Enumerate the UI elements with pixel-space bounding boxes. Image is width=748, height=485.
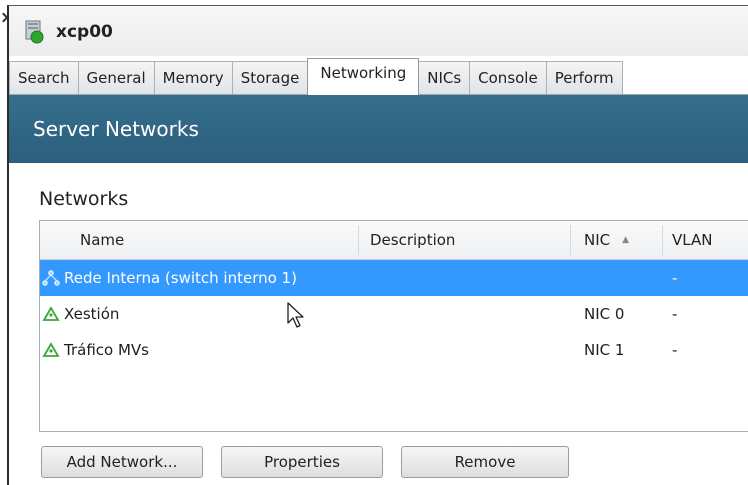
tab-bar: Search General Memory Storage Networking… [9,58,748,95]
network-name: Rede Interna (switch interno 1) [64,269,297,287]
tab-console[interactable]: Console [469,61,547,94]
tab-performance[interactable]: Perform [545,61,623,94]
properties-button[interactable]: Properties [221,446,383,478]
tab-networking[interactable]: Networking [307,58,420,95]
mouse-cursor-icon [287,302,304,328]
column-header-nic[interactable]: NIC ▲ [584,221,629,259]
internal-network-icon [42,270,60,286]
tab-search[interactable]: Search [9,61,79,94]
section-header: Server Networks [9,95,748,163]
tab-storage[interactable]: Storage [231,61,309,94]
column-header-vlan[interactable]: VLAN [672,221,712,259]
network-name: Xestión [64,305,120,323]
networks-table: Name Description NIC ▲ VLAN Rede Interna… [39,220,748,432]
network-icon [42,342,60,357]
column-header-nic-label: NIC [584,231,611,249]
column-header-name[interactable]: Name [80,221,124,259]
table-row[interactable]: Rede Interna (switch interno 1) - [40,260,748,296]
network-icon [42,306,60,321]
network-nic: NIC 0 [584,305,625,323]
table-row[interactable]: Tráfico MVs NIC 1 - [40,332,748,368]
tab-general[interactable]: General [77,61,155,94]
action-buttons: Add Network... Properties Remove [41,446,587,478]
column-header-description[interactable]: Description [370,221,455,259]
network-vlan: - [672,269,678,287]
network-nic: NIC 1 [584,341,625,359]
table-header: Name Description NIC ▲ VLAN [40,221,748,260]
tab-nics[interactable]: NICs [418,61,471,94]
server-networking-panel: xcp00 Search General Memory Storage Netw… [7,5,748,485]
sort-ascending-icon: ▲ [622,235,630,245]
networks-heading: Networks [39,188,129,210]
title-bar: xcp00 [9,6,748,56]
server-icon [25,20,44,44]
network-name: Tráfico MVs [64,341,149,359]
tab-memory[interactable]: Memory [153,61,233,94]
network-vlan: - [672,305,678,323]
window-title: xcp00 [56,22,113,42]
network-vlan: - [672,341,678,359]
remove-button[interactable]: Remove [401,446,569,478]
add-network-button[interactable]: Add Network... [41,446,203,478]
table-row[interactable]: Xestión NIC 0 - [40,296,748,332]
